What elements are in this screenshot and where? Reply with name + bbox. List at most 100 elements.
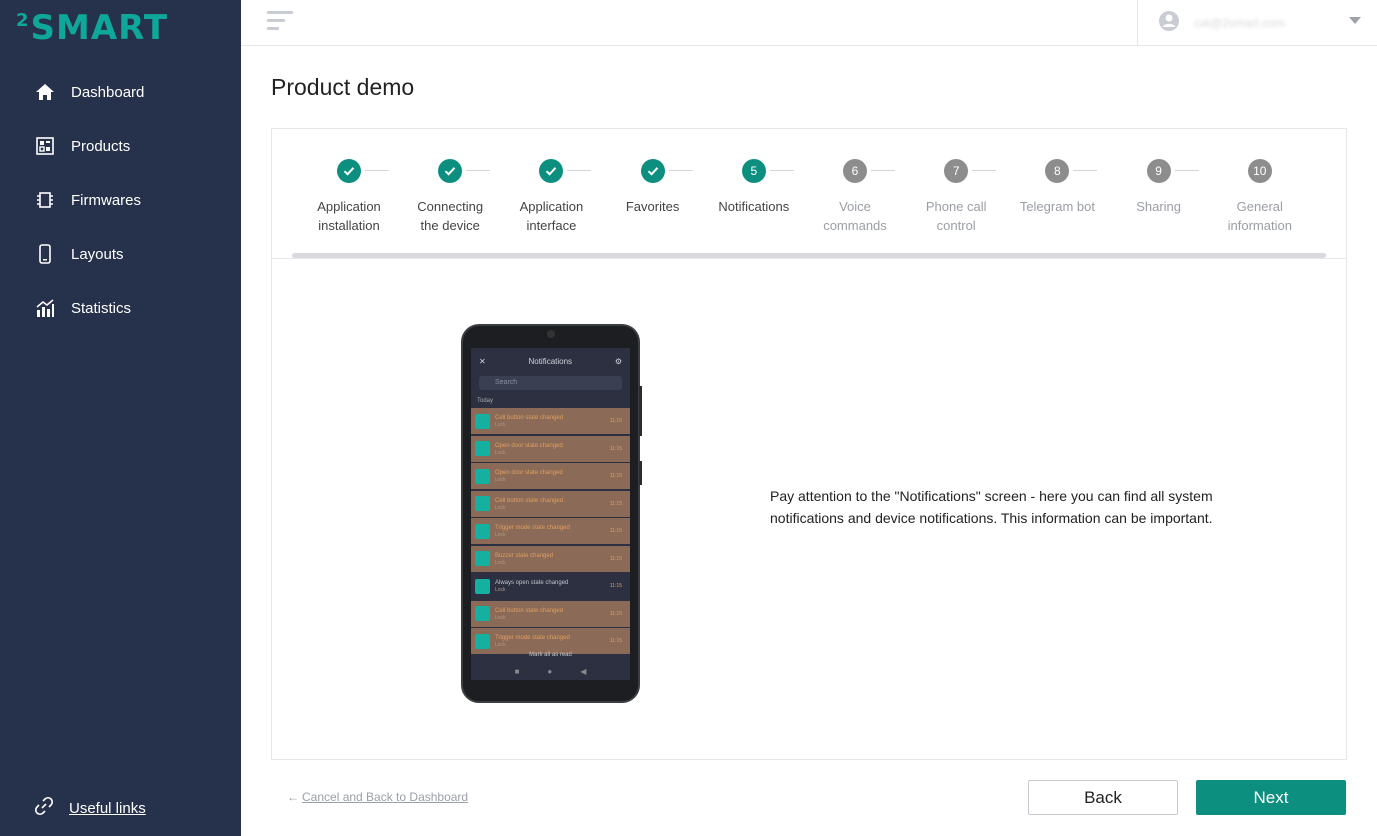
step-label-line: Notifications	[718, 199, 790, 214]
step-label-line: Application	[519, 199, 584, 214]
share-icon	[475, 496, 490, 511]
phone-notification-text: Cell button state changed	[495, 497, 564, 504]
step-label: Connecting the device	[400, 197, 500, 235]
check-icon	[539, 159, 564, 183]
phone-icon	[34, 243, 56, 265]
step-label: General information	[1210, 197, 1310, 235]
phone-notification-time: 11:15	[609, 638, 622, 644]
step-label-line: control	[936, 218, 976, 233]
phone-notification-sub: Lock	[495, 504, 506, 511]
share-icon	[475, 413, 490, 429]
step-5[interactable]: 5 Notifications	[704, 159, 804, 216]
step-9[interactable]: 9 Sharing	[1109, 159, 1209, 216]
share-icon	[475, 606, 490, 621]
phone-side-button	[639, 386, 642, 436]
sidebar-item-label: Dashboard	[71, 83, 145, 101]
sidebar-item-products[interactable]: Products	[0, 119, 241, 173]
step-label-line: commands	[823, 218, 887, 233]
phone-notification-row: Cell button state changed Lock 11:15	[471, 408, 630, 434]
link-icon	[34, 796, 54, 820]
step-label-line: Favorites	[625, 199, 680, 214]
phone-notification-time: 11:15	[609, 473, 622, 479]
sidebar-item-dashboard[interactable]: Dashboard	[0, 65, 241, 119]
step-4[interactable]: Favorites	[603, 159, 703, 216]
step-number: 9	[1146, 159, 1171, 183]
phone-notification-time: 11:15	[609, 555, 622, 562]
step-number: 7	[944, 159, 969, 183]
sidebar-item-label: Firmwares	[71, 191, 141, 209]
phone-notification-row: Cell button state changed Lock 11:15	[471, 600, 630, 627]
share-icon	[475, 441, 490, 456]
menu-toggle-icon[interactable]	[267, 11, 295, 33]
check-icon	[337, 159, 361, 183]
phone-notification-sub: Lock	[495, 532, 506, 538]
sidebar-nav: Dashboard Products Firmwares Layouts Sta…	[0, 65, 241, 335]
user-email: cat@2smart.com	[1194, 16, 1285, 30]
phone-notification-text: Open door state changed	[495, 442, 563, 449]
phone-notification-text: Trigger mode state changed	[495, 635, 570, 641]
chevron-down-icon[interactable]	[1349, 17, 1361, 24]
check-icon	[640, 159, 665, 183]
sidebar-item-statistics[interactable]: Statistics	[0, 281, 241, 335]
products-icon	[34, 135, 56, 157]
sidebar-item-layouts[interactable]: Layouts	[0, 227, 241, 281]
step-label-line: installation	[318, 218, 380, 233]
cancel-link[interactable]: ← Cancel and Back to Dashboard	[287, 790, 468, 804]
step-label-line: Voice	[839, 199, 871, 214]
cancel-link-label[interactable]: Cancel and Back to Dashboard	[302, 790, 468, 804]
useful-links-label[interactable]: Useful links	[69, 800, 146, 817]
phone-notification-row: Buzzer state changed Lock 11:15	[471, 545, 630, 572]
phone-nav-bar: ■ ● ◀	[514, 667, 587, 676]
gear-icon: ⚙	[614, 356, 622, 366]
share-icon	[475, 551, 490, 566]
step-number: 8	[1045, 159, 1070, 183]
phone-section-label: Today	[477, 398, 494, 404]
phone-notification-body: Buzzer state changed Lock	[495, 552, 553, 566]
home-icon	[34, 81, 56, 103]
step-connector	[567, 170, 592, 171]
phone-notification-body: Cell button state changed Lock	[495, 414, 563, 428]
phone-notification-row: Open door state changed Lock 11:15	[471, 435, 630, 462]
useful-links[interactable]: Useful links	[34, 796, 146, 820]
stepper: Application installation Connecting the dev…	[272, 129, 1346, 259]
chip-icon	[34, 189, 56, 211]
step-label: Application interface	[501, 197, 601, 235]
phone-screen-title: Notifications	[528, 356, 573, 366]
phone-search-field: Search	[479, 376, 622, 390]
demo-card: Application installation Connecting the dev…	[271, 128, 1347, 760]
check-icon	[438, 159, 463, 183]
phone-notification-time: 11:15	[609, 500, 622, 507]
back-button[interactable]: Back	[1028, 780, 1178, 815]
phone-notification-sub: Lock	[495, 614, 506, 621]
user-menu[interactable]: cat@2smart.com	[1137, 0, 1377, 46]
phone-notification-row: Cell button state changed Lock 11:15	[471, 490, 630, 517]
phone-notification-time: 11:15	[609, 610, 622, 617]
phone-notification-text: Always open state changed	[495, 580, 569, 586]
step-connector	[871, 170, 895, 171]
step-number: 6	[843, 159, 867, 183]
step-number: 5	[741, 159, 766, 183]
sidebar-item-label: Products	[71, 137, 131, 155]
sidebar-item-firmwares[interactable]: Firmwares	[0, 173, 241, 227]
phone-notification-sub: Lock	[495, 587, 506, 593]
phone-screen-header: ✕ Notifications ⚙	[471, 348, 630, 374]
next-button[interactable]: Next	[1196, 780, 1346, 815]
step-label-line: Phone call	[925, 199, 987, 214]
brand-logo[interactable]: 2SMART	[16, 8, 168, 48]
phone-notification-row: Always open state changed Lock 11:15	[471, 573, 630, 599]
stepper-scrollbar[interactable]	[292, 253, 1326, 258]
step-10[interactable]: 10 General information	[1210, 159, 1310, 235]
phone-side-button	[639, 461, 642, 485]
phone-notification-row: Open door state changed Lock 11:15	[471, 463, 630, 489]
phone-footer-text: Mark all as read	[529, 652, 572, 658]
phone-notification-body: Open door state changed Lock	[495, 442, 563, 456]
phone-screen: ✕ Notifications ⚙ Search Today Cell butt…	[471, 348, 630, 680]
phone-notification-text: Open door state changed	[495, 470, 563, 476]
step-connector	[668, 170, 693, 171]
step-label: Telegram bot	[1007, 197, 1107, 216]
step-label: Application installation	[299, 197, 399, 235]
phone-notification-sub: Lock	[495, 449, 506, 456]
step-connector	[1174, 170, 1199, 171]
step-8[interactable]: 8 Telegram bot	[1007, 159, 1107, 216]
top-bar: cat@2smart.com	[241, 0, 1377, 46]
